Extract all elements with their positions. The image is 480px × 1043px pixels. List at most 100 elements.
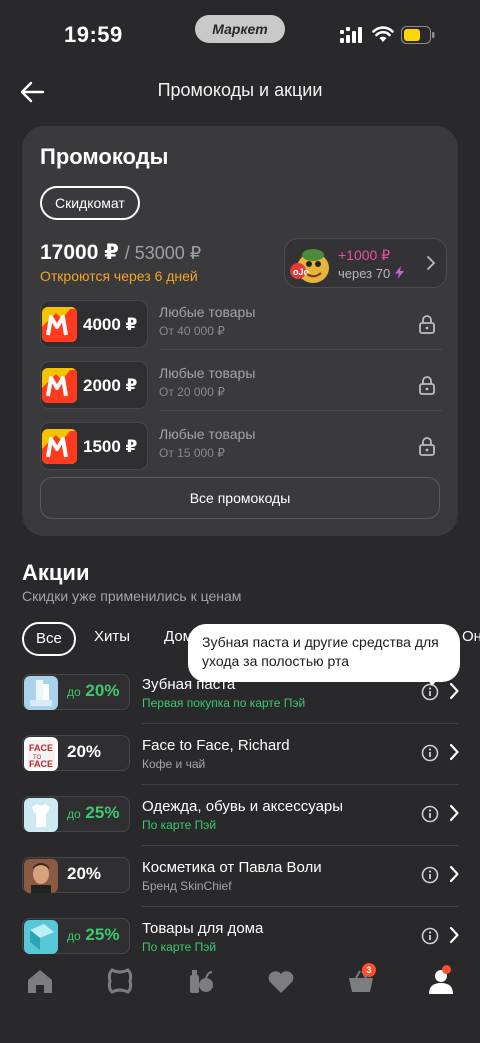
deal-name: Товары для дома — [142, 920, 264, 937]
deal-percent: 20% — [67, 742, 101, 762]
bonus-box[interactable]: oJo +1000 ₽ через 70 — [284, 238, 447, 288]
deal-badge: до 25% — [22, 918, 130, 954]
bottom-nav: 3 — [0, 955, 480, 1043]
notification-dot — [442, 965, 451, 974]
svg-text:FACE: FACE — [29, 743, 53, 753]
deal-badge: FACE TO FACE 20% — [22, 735, 130, 771]
coupon-row[interactable]: 2000 ₽ Любые товары От 20 000 ₽ — [40, 361, 442, 409]
deal-percent: до 25% — [67, 803, 119, 823]
akcii-title: Акции — [22, 560, 90, 585]
info-icon[interactable] — [421, 866, 439, 884]
coupon-badge: 2000 ₽ — [40, 361, 148, 409]
catalog-icon[interactable] — [105, 967, 135, 995]
info-icon[interactable] — [421, 744, 439, 762]
bonus-after-text: через 70 — [338, 266, 391, 281]
coupon-value: 1500 ₽ — [83, 437, 138, 456]
info-icon[interactable] — [421, 927, 439, 945]
deal-prefix: до — [67, 929, 81, 943]
deal-prefix: до — [67, 685, 81, 699]
unlock-note: Откроются через 6 дней — [40, 268, 198, 284]
coupon-min: От 40 000 ₽ — [159, 324, 225, 338]
chip-all[interactable]: Все — [22, 622, 76, 656]
deal-subtitle: По карте Пэй — [142, 818, 217, 832]
divider — [142, 906, 458, 907]
category-tooltip: Зубная паста и другие средства для ухода… — [188, 624, 460, 682]
svg-text:oJo: oJo — [293, 267, 310, 277]
coupon-value: 2000 ₽ — [83, 376, 138, 395]
deal-percent-value: 20% — [67, 864, 102, 883]
coupon-min: От 20 000 ₽ — [159, 385, 225, 399]
chevron-right-icon[interactable] — [448, 926, 460, 944]
chevron-right-icon — [427, 256, 436, 270]
promo-amount: 17000 ₽ / 53000 ₽ — [40, 240, 201, 265]
chevron-right-icon[interactable] — [448, 804, 460, 822]
deal-percent-value: 25% — [85, 925, 120, 944]
coupon-desc: Любые товары — [159, 426, 256, 442]
mascot-icon: oJo — [290, 249, 329, 283]
lightning-icon — [394, 266, 404, 279]
deal-percent-value: 25% — [85, 803, 120, 822]
profile-icon[interactable] — [426, 967, 456, 995]
chevron-right-icon[interactable] — [448, 682, 460, 700]
coupon-row[interactable]: 1500 ₽ Любые товары От 15 000 ₽ — [40, 422, 442, 470]
lock-icon — [419, 376, 435, 395]
home-goods-thumb — [24, 920, 58, 954]
cart-badge: 3 — [362, 963, 376, 977]
deal-percent: до 20% — [67, 681, 119, 701]
promo-amount-total: / 53000 ₽ — [124, 243, 202, 263]
deal-row[interactable]: до 25% Одежда, обувь и аксессуары По кар… — [22, 796, 480, 844]
home-icon[interactable] — [25, 967, 55, 995]
deal-prefix: до — [67, 807, 81, 821]
status-bar: 19:59 Маркет — [0, 0, 480, 70]
lock-icon — [419, 437, 435, 456]
page-title: Промокоды и акции — [157, 80, 323, 100]
deal-name: Face to Face, Richard — [142, 737, 290, 754]
bonus-amount: +1000 ₽ — [338, 247, 391, 263]
deal-subtitle: Первая покупка по карте Пэй — [142, 696, 306, 710]
status-time: 19:59 — [64, 22, 123, 47]
deal-row[interactable]: FACE TO FACE 20% Face to Face, Richard К… — [22, 735, 480, 783]
signal-icon — [340, 27, 362, 43]
heart-icon[interactable] — [266, 967, 296, 995]
face-to-face-thumb: FACE TO FACE — [24, 737, 58, 771]
tooltip-tail — [424, 674, 442, 686]
chevron-right-icon[interactable] — [448, 865, 460, 883]
wifi-icon — [372, 26, 394, 42]
deal-percent-value: 20% — [85, 681, 120, 700]
deal-subtitle: Бренд SkinChief — [142, 879, 232, 893]
market-logo-icon — [42, 368, 77, 403]
bonus-after: через 70 — [338, 266, 405, 281]
all-promocodes-button[interactable]: Все промокоды — [40, 477, 440, 519]
skidkomat-button[interactable]: Скидкомат — [40, 186, 140, 220]
toothpaste-thumb — [24, 676, 58, 710]
coupon-row[interactable]: 4000 ₽ Любые товары От 40 000 ₽ — [40, 300, 442, 348]
market-pill: Маркет — [195, 15, 285, 43]
promocodes-card: Промокоды Скидкомат 17000 ₽ / 53000 ₽ От… — [22, 126, 458, 536]
coupon-badge: 1500 ₽ — [40, 422, 148, 470]
deal-subtitle: По карте Пэй — [142, 940, 217, 954]
cosmetics-thumb — [24, 859, 58, 893]
deal-percent: 20% — [67, 864, 101, 884]
svg-text:FACE: FACE — [29, 759, 53, 769]
info-icon[interactable] — [421, 805, 439, 823]
coupon-badge: 4000 ₽ — [40, 300, 148, 348]
deal-subtitle: Кофе и чай — [142, 757, 206, 771]
deal-badge: 20% — [22, 857, 130, 893]
divider — [142, 845, 458, 846]
deal-percent-value: 20% — [67, 742, 102, 761]
chevron-right-icon[interactable] — [448, 743, 460, 761]
deal-row[interactable]: 20% Косметика от Павла Воли Бренд SkinCh… — [22, 857, 480, 905]
promo-amount-value: 17000 ₽ — [40, 241, 119, 264]
divider — [159, 410, 442, 411]
grocery-icon[interactable] — [186, 967, 216, 995]
deal-name: Косметика от Павла Воли — [142, 859, 322, 876]
chip-hits[interactable]: Хиты — [82, 622, 142, 656]
deal-badge: до 25% — [22, 796, 130, 832]
coupon-min: От 15 000 ₽ — [159, 446, 225, 460]
akcii-subtitle: Скидки уже применились к ценам — [22, 588, 242, 604]
deal-badge: до 20% — [22, 674, 130, 710]
market-logo-icon — [42, 307, 77, 342]
deal-name: Одежда, обувь и аксессуары — [142, 798, 344, 815]
battery-icon — [401, 26, 435, 44]
divider — [142, 784, 458, 785]
